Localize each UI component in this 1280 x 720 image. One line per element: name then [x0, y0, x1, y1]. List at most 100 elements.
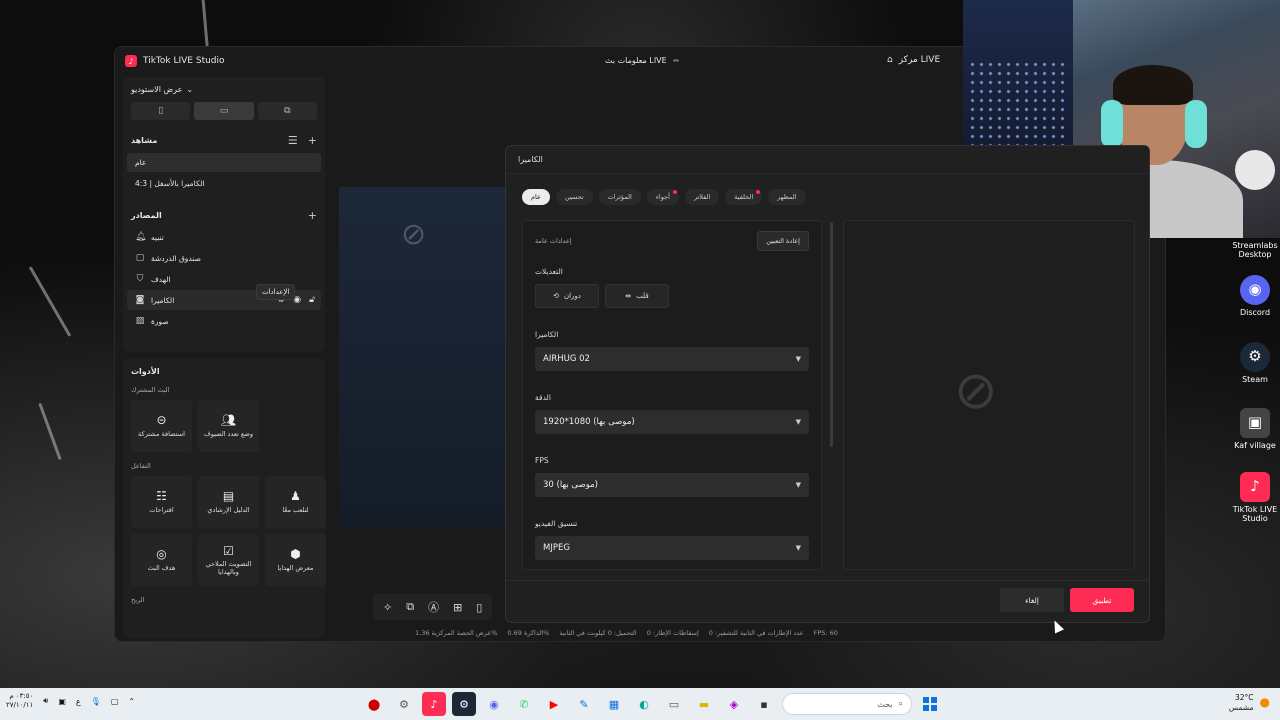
live-info-button[interactable]: معلومات بث LIVE ➦ — [605, 56, 679, 65]
steam-taskbar-icon[interactable]: ⚙ — [452, 692, 476, 716]
desktop-icon-kaf-village[interactable]: ▣ Kaf village — [1230, 408, 1280, 450]
start-button[interactable] — [918, 692, 942, 716]
language-indicator[interactable]: ع — [76, 697, 81, 706]
adjustments-label: التعديلات — [535, 267, 563, 276]
rotate-button[interactable]: ⟲ دوران — [535, 284, 599, 308]
dropdown-arrow-icon: ▼ — [795, 544, 801, 552]
file-explorer-icon[interactable]: ▬ — [692, 692, 716, 716]
magic-wand-icon[interactable]: ✧ — [383, 601, 392, 614]
settings-tooltip: الإعدادات — [256, 284, 296, 300]
tab-effects[interactable]: المؤثرات — [598, 189, 641, 205]
flip-button[interactable]: ⇹ قلب — [605, 284, 669, 308]
desktop-icon-steam[interactable]: ⚙ Steam — [1230, 342, 1280, 384]
orientation-toggle: ▯ ▭ ⧉ — [123, 102, 325, 126]
settings-scrollbar[interactable] — [830, 222, 833, 447]
add-source-icon[interactable]: + — [308, 209, 317, 222]
tray-app-icon[interactable]: ▢ — [111, 697, 119, 706]
live-center-button[interactable]: ⌂ مركز LIVE — [887, 55, 940, 65]
sun-icon: ● — [1259, 694, 1270, 709]
play-together-tool[interactable]: ♟ لتلعب معًا — [265, 476, 326, 528]
camera-settings-dialog: الكاميرا عام تحسين المؤثرات أجواء الفلات… — [505, 145, 1150, 623]
tools-panel: الأدوات البث المشترك ⊝ استضافة مشتركة 👥︎ و… — [123, 358, 326, 638]
video-format-label: تنسيق الفيديو — [535, 519, 578, 528]
camera-off-icon: ⊘ — [401, 217, 427, 252]
cancel-button[interactable]: إلغاء — [1000, 588, 1064, 612]
tools-header: الأدوات — [131, 367, 160, 376]
edge-icon[interactable]: ◐ — [632, 692, 656, 716]
tab-enhance[interactable]: تحسين — [555, 189, 593, 205]
reset-button[interactable]: إعادة التعيين — [757, 231, 809, 251]
app-icon-1[interactable]: ⬤ — [362, 692, 386, 716]
clock[interactable]: ٠٣:٥٠ م ٢٧/١٠/١١ — [6, 692, 33, 710]
dropdown-arrow-icon: ▼ — [795, 355, 801, 363]
dropdown-arrow-icon: ▼ — [795, 418, 801, 426]
youtube-icon[interactable]: ▶ — [542, 692, 566, 716]
fps-select[interactable]: 30 (موصى بها) ▼ — [535, 473, 809, 497]
live-goal-tool[interactable]: ◎ هدف البث — [131, 534, 192, 586]
suggestions-tool[interactable]: ☷ اقتراحات — [131, 476, 192, 528]
video-format-select[interactable]: MJPEG ▼ — [535, 536, 809, 560]
sources-header: المصادر + — [131, 209, 317, 222]
shared-live-label: البث المشترك — [131, 386, 170, 394]
studio-view-dropdown[interactable]: عرض الاستوديو ⌄ — [123, 77, 325, 102]
discord-taskbar-icon[interactable]: ◉ — [482, 692, 506, 716]
tab-general[interactable]: عام — [522, 189, 550, 205]
app-icon-3[interactable]: ▭ — [662, 692, 686, 716]
weather-widget[interactable]: 32°C مشمس ● — [1229, 693, 1270, 713]
ai-icon[interactable]: Ⓐ — [428, 599, 439, 615]
whatsapp-icon[interactable]: ✆ — [512, 692, 536, 716]
image-icon: ▨ — [135, 316, 145, 326]
scene-item[interactable]: عام — [127, 153, 321, 172]
tab-appearance[interactable]: المظهر — [768, 189, 806, 205]
status-bar: عرض الحصة المركزية 1.36% الذاكرة 0.69% ا… — [415, 629, 838, 637]
resolution-select[interactable]: 1920*1080 (موصى بها) ▼ — [535, 410, 809, 434]
tab-ambience[interactable]: أجواء — [646, 189, 679, 205]
desktop-icon-tiktok-live[interactable]: ♪ TikTok LIVE Studio — [1230, 472, 1280, 523]
poll-tool[interactable]: ☑ التصويت الملاحي وبالهدايا — [198, 534, 259, 586]
tab-background[interactable]: الخلفية — [725, 189, 763, 205]
home-icon: ⌂ — [887, 55, 893, 65]
guide-tool[interactable]: ▤ الدليل الإرشادي — [198, 476, 259, 528]
tab-filters[interactable]: الفلاتر — [684, 189, 720, 205]
system-tray: ٠٣:٥٠ م ٢٧/١٠/١١ 🔊︎ ▣ ع 🎙︎ ▢ ⌃ — [6, 692, 135, 710]
landscape-button[interactable]: ▭ — [194, 102, 254, 120]
camera-select[interactable]: AIRHUG 02 ▼ — [535, 347, 809, 371]
source-item-chat[interactable]: ▢ صندوق الدردشة — [127, 248, 321, 268]
co-host-tool[interactable]: ⊝ استضافة مشتركة — [131, 400, 192, 452]
desktop-icon-discord[interactable]: ◉ Discord — [1230, 275, 1280, 317]
phone-icon[interactable]: ▯ — [476, 601, 482, 614]
list-icon[interactable]: ☰ — [288, 134, 298, 147]
multi-guest-tool[interactable]: 👥︎ وضع تعدد الضيوف — [198, 400, 259, 452]
tiktok-live-taskbar-icon[interactable]: ♪ — [422, 692, 446, 716]
store-icon[interactable]: ▦ — [602, 692, 626, 716]
app-icon-2[interactable]: ✎ — [572, 692, 596, 716]
apply-button[interactable]: تطبيق — [1070, 588, 1134, 612]
search-icon: ⌕ — [898, 699, 903, 708]
gift-gallery-tool[interactable]: ⬢ معرض الهدايا — [265, 534, 326, 586]
effects-icon[interactable]: ⧉ — [406, 600, 414, 614]
terminal-icon[interactable]: ▪ — [752, 692, 776, 716]
left-panel: عرض الاستوديو ⌄ ▯ ▭ ⧉ مشاهد ☰ + عام الكام… — [123, 77, 326, 638]
microphone-icon[interactable]: 🎙︎ — [91, 697, 101, 706]
portrait-button[interactable]: ▯ — [131, 102, 191, 120]
scene-item[interactable]: الكاميرا بالأسفل | 4:3 — [127, 174, 321, 193]
chevron-up-icon[interactable]: ⌃ — [128, 697, 135, 706]
lock-icon[interactable]: 🔓︎ — [309, 295, 315, 305]
taskbar-search[interactable]: بحث ⌕ — [782, 693, 912, 715]
settings-app-icon[interactable]: ⚙ — [392, 692, 416, 716]
source-item-alert[interactable]: 🔔︎ تنبيه — [127, 227, 321, 247]
tiktok-logo-icon: ♪ — [125, 55, 137, 67]
chat-icon: ▢ — [135, 253, 145, 263]
app-icon-4[interactable]: ◈ — [722, 692, 746, 716]
resolution-label: الدقة — [535, 393, 551, 402]
dual-button[interactable]: ⧉ — [257, 102, 317, 120]
add-media-icon[interactable]: ⊞ — [453, 601, 462, 614]
camera-off-icon: ⊘ — [954, 361, 998, 421]
fps-label: FPS — [535, 456, 549, 465]
target-icon: ◎ — [156, 547, 167, 562]
add-scene-icon[interactable]: + — [308, 134, 317, 147]
poll-icon: ☑ — [223, 543, 234, 558]
network-icon[interactable]: ▣ — [58, 697, 66, 706]
volume-icon[interactable]: 🔊︎ — [43, 696, 48, 706]
source-item-image[interactable]: ▨ صورة — [127, 311, 321, 331]
